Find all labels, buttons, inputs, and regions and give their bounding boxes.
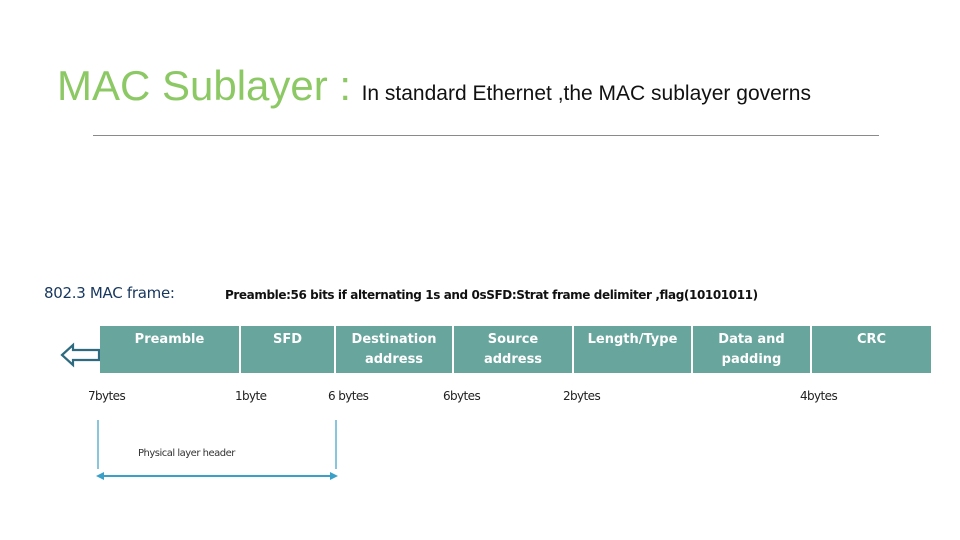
field-label-line2: address	[483, 352, 543, 367]
title-subtitle: In standard Ethernet ,the MAC sublayer g…	[361, 82, 811, 105]
bracket-left-arrowhead	[96, 472, 104, 480]
left-arrow-icon	[60, 342, 101, 368]
field-label: CRC	[856, 332, 887, 347]
size-preamble: 7bytes	[88, 389, 126, 403]
frame-description: Preamble:56 bits if alternating 1s and 0…	[225, 288, 758, 302]
field-destination-address: Destination address	[336, 326, 454, 373]
frame-label: 802.3 MAC frame:	[44, 284, 175, 302]
field-sfd: SFD	[241, 326, 336, 373]
field-source-address: Source address	[454, 326, 574, 373]
bracket-right-arrowhead	[330, 472, 338, 480]
field-label: Length/Type	[587, 332, 678, 347]
field-sizes: 7bytes 1byte 6 bytes 6bytes 2bytes 4byte…	[0, 389, 960, 409]
title-divider	[93, 135, 879, 136]
size-crc: 4bytes	[800, 389, 838, 403]
size-length-type: 2bytes	[563, 389, 601, 403]
field-label-line2: padding	[721, 352, 782, 367]
field-label: Source	[487, 332, 539, 347]
field-label: Data and	[718, 332, 785, 347]
mac-frame-table: Preamble SFD Destination address Source …	[100, 326, 931, 373]
field-data-and-padding: Data and padding	[693, 326, 812, 373]
slide-title: MAC Sublayer : In standard Ethernet ,the…	[57, 62, 811, 110]
title-main: MAC Sublayer :	[57, 62, 352, 109]
field-label: SFD	[272, 332, 303, 347]
field-label: Preamble	[134, 332, 205, 347]
size-sfd: 1byte	[235, 389, 267, 403]
field-crc: CRC	[812, 326, 931, 373]
field-length-type: Length/Type	[574, 326, 693, 373]
physical-header-label: Physical layer header	[138, 448, 235, 459]
field-label-line2: address	[364, 352, 424, 367]
field-preamble: Preamble	[100, 326, 241, 373]
size-destination: 6 bytes	[328, 389, 369, 403]
size-source: 6bytes	[443, 389, 481, 403]
field-label: Destination	[351, 332, 437, 347]
